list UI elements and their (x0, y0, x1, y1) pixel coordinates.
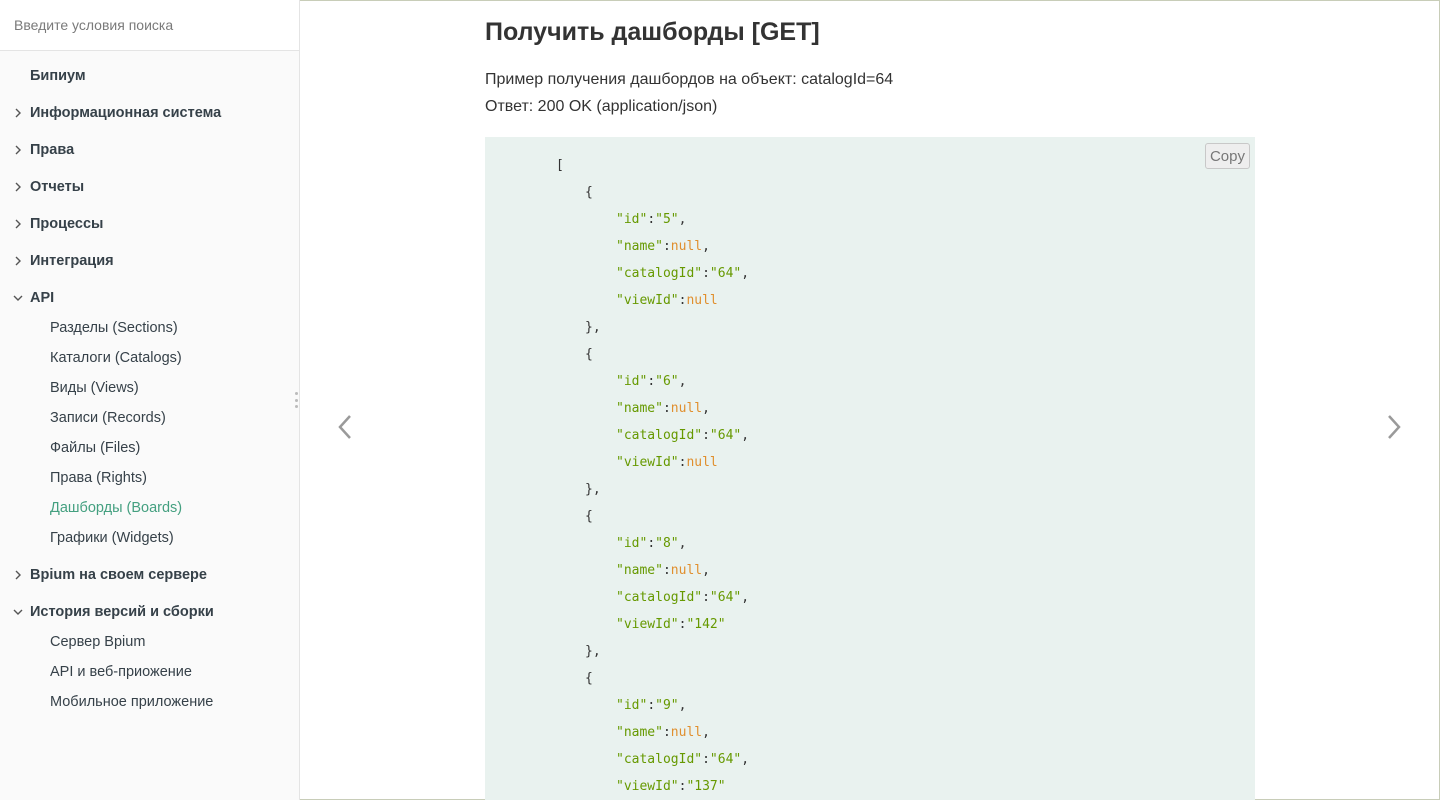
code-line: "viewId":"142" (616, 617, 726, 632)
sidebar: Бипиум Информационная система Права Отчеты П… (0, 0, 300, 800)
search-box (0, 0, 299, 51)
sidebar-item-label: Сервер Bpium (50, 634, 146, 650)
copy-button[interactable]: Copy (1204, 143, 1250, 169)
search-input[interactable] (0, 0, 299, 50)
sidebar-item-13[interactable]: Дашборды (Boards) (0, 493, 299, 523)
sidebar-item-14[interactable]: Графики (Widgets) (0, 523, 299, 553)
sidebar-item-3[interactable]: Отчеты (0, 172, 299, 202)
sidebar-item-label: Записи (Records) (50, 410, 166, 426)
sidebar-resize-handle[interactable] (293, 392, 299, 408)
code-line: "catalogId":"64", (616, 266, 750, 281)
code-line: "name":null, (616, 725, 710, 740)
chevron-left-icon (338, 415, 351, 439)
sidebar-item-label: Дашборды (Boards) (50, 500, 183, 516)
code-line: }, (585, 644, 601, 659)
sidebar-item-0[interactable]: Бипиум (0, 61, 299, 91)
sidebar-item-label: Интеграция (30, 253, 114, 269)
sidebar-item-7[interactable]: Разделы (Sections) (0, 313, 299, 343)
code-line: "name":null, (616, 563, 710, 578)
code-line: }, (585, 320, 601, 335)
code-line: "catalogId":"64", (616, 590, 750, 605)
sidebar-item-19[interactable]: Мобильное приложение (0, 687, 299, 717)
sidebar-item-label: Файлы (Files) (50, 440, 141, 456)
sidebar-item-label: Каталоги (Catalogs) (50, 350, 182, 366)
sidebar-item-12[interactable]: Права (Rights) (0, 463, 299, 493)
sidebar-item-label: Виды (Views) (50, 380, 139, 396)
code-line: "catalogId":"64", (616, 752, 750, 767)
sidebar-item-16[interactable]: История версий и сборки (0, 597, 299, 627)
sidebar-item-label: API (30, 290, 55, 306)
chevron-right-icon[interactable] (12, 255, 24, 267)
code-line: "viewId":"137" (616, 779, 726, 794)
sidebar-item-label: Процессы (30, 216, 104, 232)
sidebar-item-5[interactable]: Интеграция (0, 246, 299, 276)
code-line: "id":"5", (616, 212, 687, 227)
sidebar-item-1[interactable]: Информационная система (0, 98, 299, 128)
sidebar-item-11[interactable]: Файлы (Files) (0, 433, 299, 463)
sidebar-item-label: Bpium на своем сервере (30, 567, 207, 583)
prev-page-button[interactable] (330, 410, 360, 444)
sidebar-item-label: Графики (Widgets) (50, 530, 174, 546)
sidebar-item-10[interactable]: Записи (Records) (0, 403, 299, 433)
code-line: { (585, 347, 593, 362)
chevron-right-icon[interactable] (12, 181, 24, 193)
sidebar-item-15[interactable]: Bpium на своем сервере (0, 560, 299, 590)
chevron-right-icon[interactable] (12, 107, 24, 119)
code-line: "viewId":null (616, 455, 718, 470)
chevron-down-icon[interactable] (12, 606, 24, 618)
sidebar-item-4[interactable]: Процессы (0, 209, 299, 239)
sidebar-item-label: Права (30, 142, 75, 158)
sidebar-item-6[interactable]: API (0, 283, 299, 313)
sidebar-item-label: Мобильное приложение (50, 694, 214, 710)
response-status: Ответ: 200 OK (application/json) (485, 98, 718, 115)
chevron-down-icon[interactable] (12, 292, 24, 304)
sidebar-item-label: API и веб-приожение (50, 664, 192, 680)
chevron-right-icon (1388, 415, 1401, 439)
code-line: }, (585, 482, 601, 497)
sidebar-item-label: Права (Rights) (50, 470, 147, 486)
code-line: { (585, 509, 593, 524)
main-content: Получить дашборды [GET] Пример получения… (300, 0, 1440, 800)
code-line: "name":null, (616, 401, 710, 416)
chevron-right-icon[interactable] (12, 144, 24, 156)
code-line: "catalogId":"64", (616, 428, 750, 443)
code-line: "id":"9", (616, 698, 687, 713)
sidebar-item-label: Информационная система (30, 105, 222, 121)
example-description: Пример получения дашбордов на объект: ca… (485, 71, 894, 88)
sidebar-item-label: Отчеты (30, 179, 85, 195)
sidebar-item-2[interactable]: Права (0, 135, 299, 165)
code-line: "id":"6", (616, 374, 687, 389)
next-page-button[interactable] (1379, 410, 1409, 444)
code-line: { (585, 671, 593, 686)
chevron-right-icon[interactable] (12, 569, 24, 581)
page-title: Получить дашборды [GET] (485, 18, 820, 46)
sidebar-item-label: Разделы (Sections) (50, 320, 178, 336)
sidebar-item-label: Бипиум (30, 68, 86, 84)
sidebar-item-18[interactable]: API и веб-приожение (0, 657, 299, 687)
sidebar-item-label: История версий и сборки (30, 604, 214, 620)
chevron-right-icon[interactable] (12, 218, 24, 230)
code-line: "id":"8", (616, 536, 687, 551)
sidebar-item-8[interactable]: Каталоги (Catalogs) (0, 343, 299, 373)
code-line: [ (556, 158, 564, 173)
code-line: "name":null, (616, 239, 710, 254)
sidebar-item-17[interactable]: Сервер Bpium (0, 627, 299, 657)
code-block: Copy [ { "id":"5", "name":null, "catalogId":… (485, 137, 1255, 800)
sidebar-item-9[interactable]: Виды (Views) (0, 373, 299, 403)
code-line: { (585, 185, 593, 200)
code-line: "viewId":null (616, 293, 718, 308)
